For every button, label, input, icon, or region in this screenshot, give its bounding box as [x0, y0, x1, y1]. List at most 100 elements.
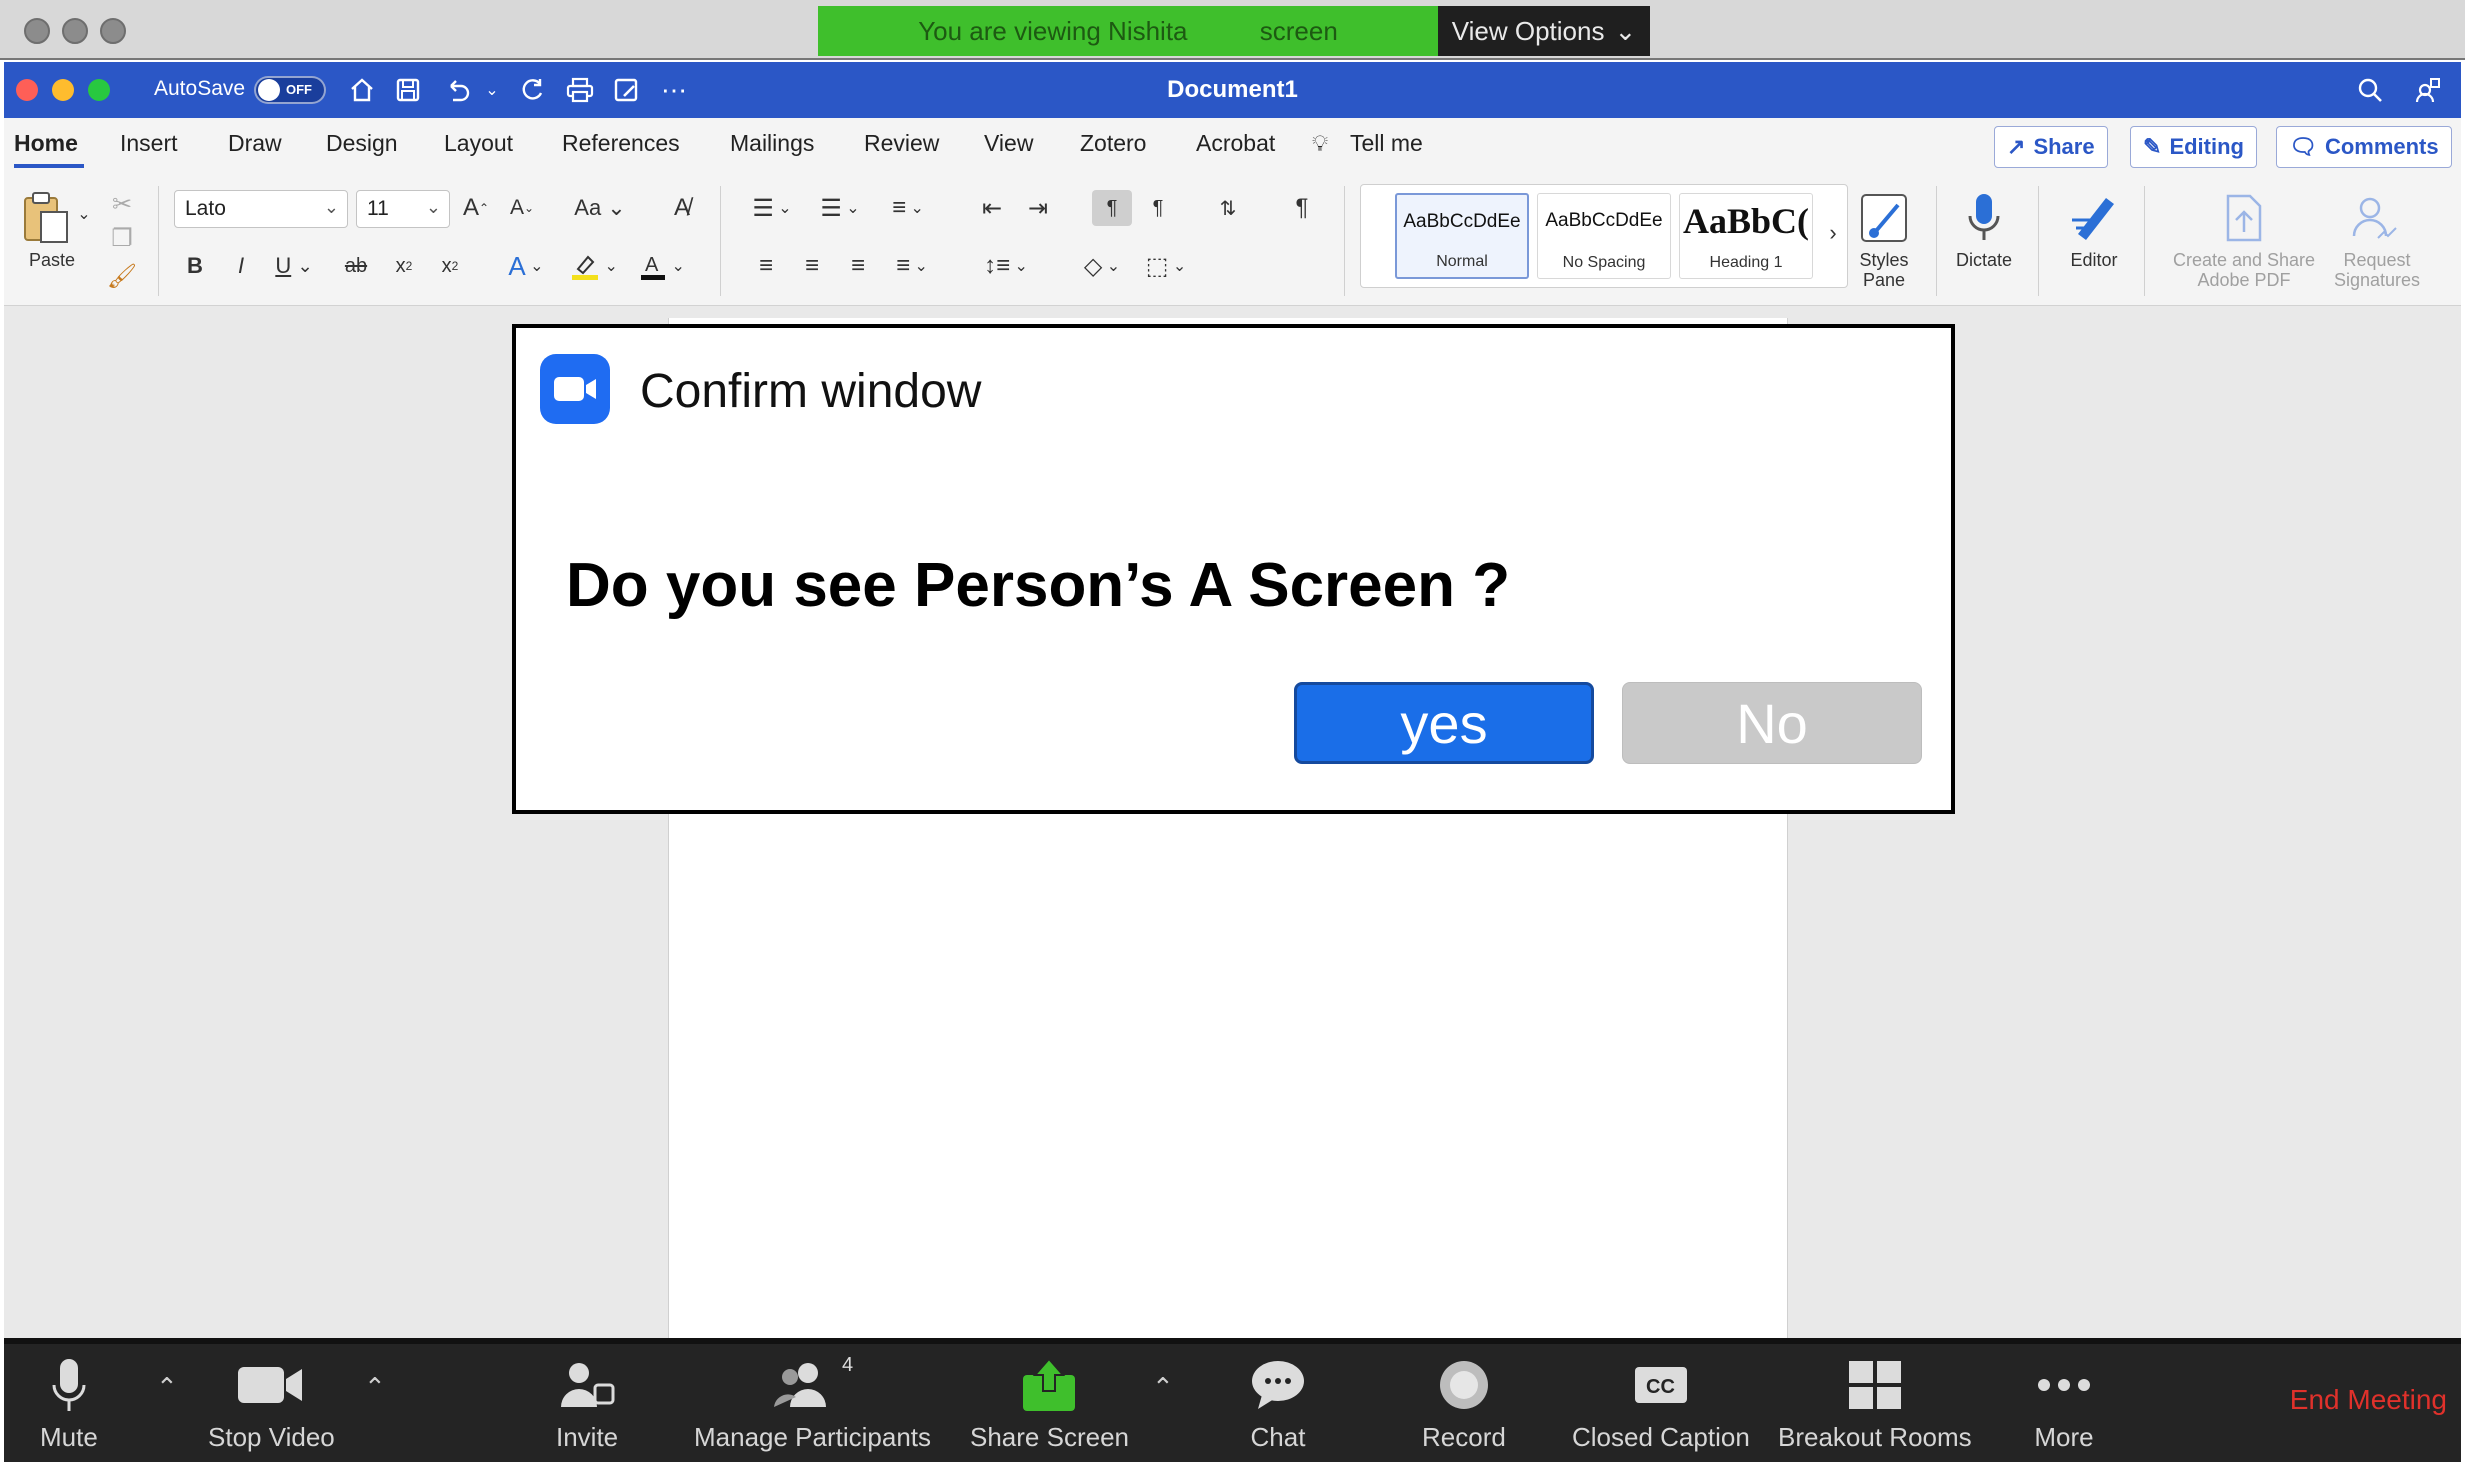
tab-zotero[interactable]: Zotero: [1080, 130, 1146, 157]
font-color-icon[interactable]: A ⌄: [634, 248, 690, 284]
more-button[interactable]: More: [2034, 1354, 2094, 1453]
chevron-down-icon: ⌄: [425, 197, 441, 217]
style-normal[interactable]: AaBbCcDdEe Normal: [1395, 193, 1529, 279]
numbering-icon[interactable]: ☰ ⌄: [810, 190, 870, 226]
tab-review[interactable]: Review: [864, 130, 939, 157]
chevron-down-icon: ⌄: [323, 197, 339, 217]
minimize-window-button[interactable]: [62, 18, 88, 44]
closed-caption-button[interactable]: CC Closed Caption: [1572, 1354, 1750, 1453]
font-size-select[interactable]: 11 ⌄: [356, 190, 450, 228]
invite-button[interactable]: Invite: [556, 1354, 618, 1453]
search-icon[interactable]: [2350, 70, 2390, 110]
left-to-right-icon[interactable]: ¶: [1092, 190, 1132, 226]
video-options-caret-icon[interactable]: ⌃: [364, 1372, 386, 1403]
microphone-icon: [51, 1354, 87, 1416]
tab-mailings[interactable]: Mailings: [730, 130, 814, 157]
no-button[interactable]: No: [1622, 682, 1922, 764]
cut-icon[interactable]: ✂: [104, 186, 140, 222]
style-sample: AaBbC(: [1682, 201, 1810, 241]
paste-options-chevron-icon[interactable]: ⌄: [74, 204, 94, 224]
line-spacing-icon[interactable]: ↕≡ ⌄: [976, 248, 1036, 284]
sort-icon[interactable]: ⇅: [1210, 190, 1246, 226]
account-icon[interactable]: [2408, 70, 2448, 110]
borders-icon[interactable]: ⬚ ⌄: [1138, 248, 1194, 284]
subscript-icon[interactable]: x2: [386, 248, 422, 284]
document-title: Document1: [1167, 76, 1298, 103]
audio-options-caret-icon[interactable]: ⌃: [156, 1372, 178, 1403]
increase-indent-icon[interactable]: ⇥: [1020, 190, 1056, 226]
word-title-bar: AutoSave OFF ⌄ ⋯ Document1: [4, 62, 2461, 118]
justify-icon[interactable]: ≡ ⌄: [884, 248, 940, 284]
tell-me-search[interactable]: Tell me: [1350, 130, 1423, 157]
copy-icon[interactable]: ❐: [104, 220, 140, 256]
show-formatting-marks-icon[interactable]: ¶: [1284, 190, 1320, 226]
comments-button[interactable]: 🗨︎ Comments: [2276, 126, 2452, 168]
tab-draw[interactable]: Draw: [228, 130, 282, 157]
zoom-share-bar: You are viewing Nishita screen View Opti…: [0, 0, 2465, 60]
breakout-rooms-button[interactable]: Breakout Rooms: [1778, 1354, 1972, 1453]
share-screen-icon: [1019, 1354, 1079, 1416]
chat-bubble-icon: [1248, 1354, 1308, 1416]
styles-more-chevron-icon[interactable]: ›: [1821, 215, 1845, 251]
highlight-color-icon[interactable]: ⌄: [566, 248, 622, 284]
styles-pane-label: Styles Pane: [1859, 250, 1909, 290]
end-meeting-button[interactable]: End Meeting: [2290, 1384, 2447, 1416]
styles-pane-icon[interactable]: [1854, 188, 1914, 248]
editor-icon[interactable]: [2064, 188, 2124, 248]
decrease-indent-icon[interactable]: ⇤: [974, 190, 1010, 226]
tab-insert[interactable]: Insert: [120, 130, 178, 157]
font-name-value: Lato: [185, 197, 226, 220]
grow-font-icon[interactable]: A ⌃: [458, 190, 494, 226]
superscript-icon[interactable]: x2: [432, 248, 468, 284]
chat-button[interactable]: Chat: [1248, 1354, 1308, 1453]
paste-icon[interactable]: [18, 188, 74, 248]
font-name-select[interactable]: Lato ⌄: [174, 190, 348, 228]
tab-design[interactable]: Design: [326, 130, 398, 157]
bold-icon[interactable]: B: [180, 248, 210, 284]
align-center-icon[interactable]: ≡: [794, 248, 830, 284]
ribbon-tab-bar: Home Insert Draw Design Layout Reference…: [4, 118, 2461, 174]
shading-icon[interactable]: ◇ ⌄: [1074, 248, 1130, 284]
manage-participants-button[interactable]: 4 Manage Participants: [694, 1354, 931, 1453]
viewing-screen-text: You are viewing Nishita screen: [918, 15, 1338, 46]
clear-formatting-icon[interactable]: A̸: [664, 190, 700, 226]
stop-video-button[interactable]: Stop Video: [208, 1354, 335, 1453]
paste-label: Paste: [28, 250, 76, 270]
align-right-icon[interactable]: ≡: [840, 248, 876, 284]
editing-mode-button[interactable]: ✎ Editing: [2130, 126, 2257, 168]
share-button[interactable]: ↗ Share: [1994, 126, 2108, 168]
view-options-button[interactable]: View Options ⌄: [1438, 6, 1650, 56]
dictate-label: Dictate: [1955, 250, 2013, 270]
bullets-icon[interactable]: ☰ ⌄: [742, 190, 802, 226]
zoom-window-button[interactable]: [100, 18, 126, 44]
stop-video-label: Stop Video: [208, 1422, 335, 1452]
styles-gallery: AaBbCcDdEe Normal AaBbCcDdEe No Spacing …: [1360, 184, 1848, 288]
share-options-caret-icon[interactable]: ⌃: [1152, 1372, 1174, 1403]
change-case-icon[interactable]: Aa ⌄: [570, 190, 630, 226]
tab-view[interactable]: View: [984, 130, 1033, 157]
multilevel-list-icon[interactable]: ≡ ⌄: [878, 190, 938, 226]
text-effects-icon[interactable]: A ⌄: [498, 248, 554, 284]
close-window-button[interactable]: [24, 18, 50, 44]
tab-acrobat[interactable]: Acrobat: [1196, 130, 1275, 157]
right-to-left-icon[interactable]: ¶: [1140, 190, 1176, 226]
style-no-spacing[interactable]: AaBbCcDdEe No Spacing: [1537, 193, 1671, 279]
underline-icon[interactable]: U ⌄: [270, 248, 318, 284]
yes-button[interactable]: yes: [1294, 682, 1594, 764]
share-label: Share: [2033, 134, 2095, 159]
strikethrough-icon[interactable]: ab: [338, 248, 374, 284]
tab-references[interactable]: References: [562, 130, 680, 157]
tab-layout[interactable]: Layout: [444, 130, 513, 157]
format-painter-icon[interactable]: 🖌︎: [104, 258, 140, 294]
share-screen-button[interactable]: Share Screen: [970, 1354, 1129, 1453]
manage-participants-label: Manage Participants: [694, 1422, 932, 1452]
align-left-icon[interactable]: ≡: [748, 248, 784, 284]
tab-home[interactable]: Home: [14, 130, 78, 157]
mute-button[interactable]: Mute: [40, 1354, 98, 1453]
closed-caption-icon: CC: [1631, 1354, 1691, 1416]
shrink-font-icon[interactable]: A ⌄: [504, 190, 540, 226]
italic-icon[interactable]: I: [226, 248, 256, 284]
style-heading-1[interactable]: AaBbC( Heading 1: [1679, 193, 1813, 279]
microphone-icon[interactable]: [1954, 188, 2014, 248]
record-button[interactable]: Record: [1422, 1354, 1506, 1453]
